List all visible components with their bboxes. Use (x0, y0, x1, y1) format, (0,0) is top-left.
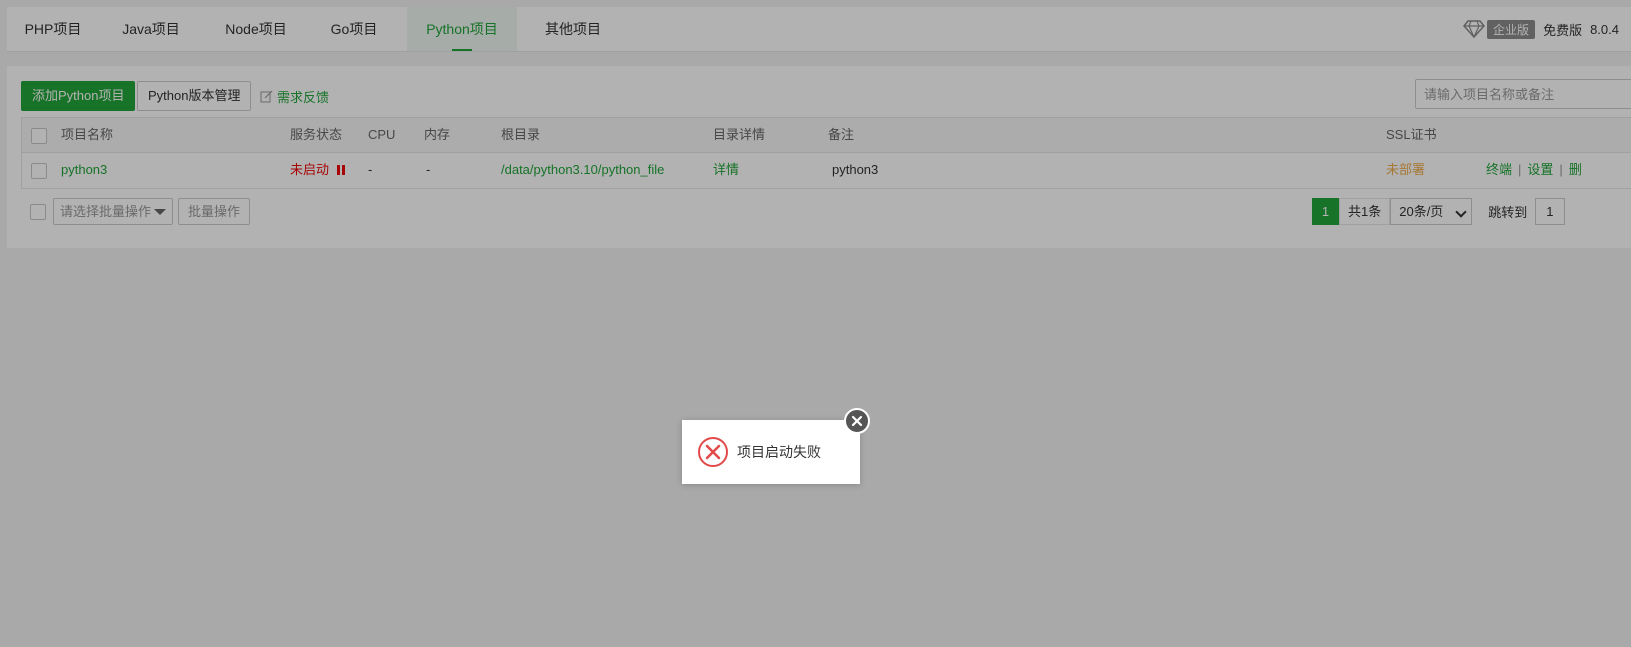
error-toast: 项目启动失败 (682, 420, 860, 484)
error-icon (698, 437, 728, 467)
toast-message: 项目启动失败 (737, 444, 821, 460)
close-x-icon (851, 415, 863, 427)
modal-overlay[interactable] (0, 0, 1631, 647)
close-icon[interactable] (844, 408, 870, 434)
